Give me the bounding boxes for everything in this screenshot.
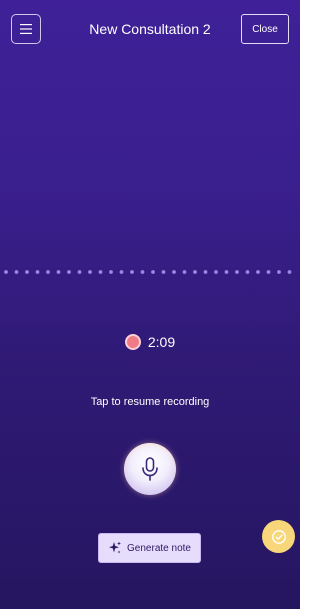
menu-button[interactable] — [11, 14, 41, 44]
waveform-dot — [25, 270, 29, 274]
floating-action-button[interactable] — [262, 520, 295, 553]
waveform-dot — [161, 270, 166, 274]
waveform-dot — [56, 270, 61, 274]
sparkle-icon — [108, 541, 122, 555]
generate-note-button[interactable]: Generate note — [98, 533, 201, 563]
waveform-dot — [287, 270, 292, 274]
microphone-icon — [142, 457, 158, 481]
waveform-dot — [14, 270, 19, 274]
page-title: New Consultation 2 — [89, 21, 211, 37]
waveform-dot — [266, 270, 271, 274]
waveform-dot — [4, 270, 8, 274]
elapsed-time: 2:09 — [147, 334, 176, 350]
close-button[interactable]: Close — [241, 14, 289, 44]
waveform-dot — [119, 270, 124, 274]
generate-note-label: Generate note — [127, 542, 191, 554]
resume-recording-button[interactable] — [124, 443, 176, 495]
waveform-dot — [77, 270, 82, 274]
waveform-dot — [67, 270, 71, 274]
recording-screen: New Consultation 2 Close 2:09 Tap to res… — [0, 0, 300, 609]
waveform-dot — [46, 270, 50, 274]
record-dot-icon — [124, 334, 141, 350]
waveform-dot — [224, 270, 229, 274]
waveform-dot — [203, 270, 208, 274]
waveform-dot — [130, 270, 134, 274]
check-circle-icon — [271, 529, 286, 544]
resume-hint: Tap to resume recording — [90, 396, 210, 408]
waveform-dot — [172, 270, 176, 274]
waveform-dot — [235, 270, 239, 274]
waveform-dot — [151, 270, 155, 274]
waveform-dot — [245, 270, 250, 274]
audio-waveform — [0, 269, 300, 275]
waveform-dot — [88, 270, 92, 274]
waveform-dot — [98, 270, 103, 274]
recording-timer: 2:09 — [0, 333, 300, 351]
waveform-dot — [193, 270, 197, 274]
waveform-dot — [35, 270, 40, 274]
waveform-dot — [277, 270, 281, 274]
waveform-dot — [109, 270, 113, 274]
waveform-dot — [182, 270, 187, 274]
waveform-dot — [140, 270, 145, 274]
hamburger-menu-icon — [20, 24, 32, 34]
waveform-dot — [256, 270, 260, 274]
waveform-dot — [214, 270, 218, 274]
